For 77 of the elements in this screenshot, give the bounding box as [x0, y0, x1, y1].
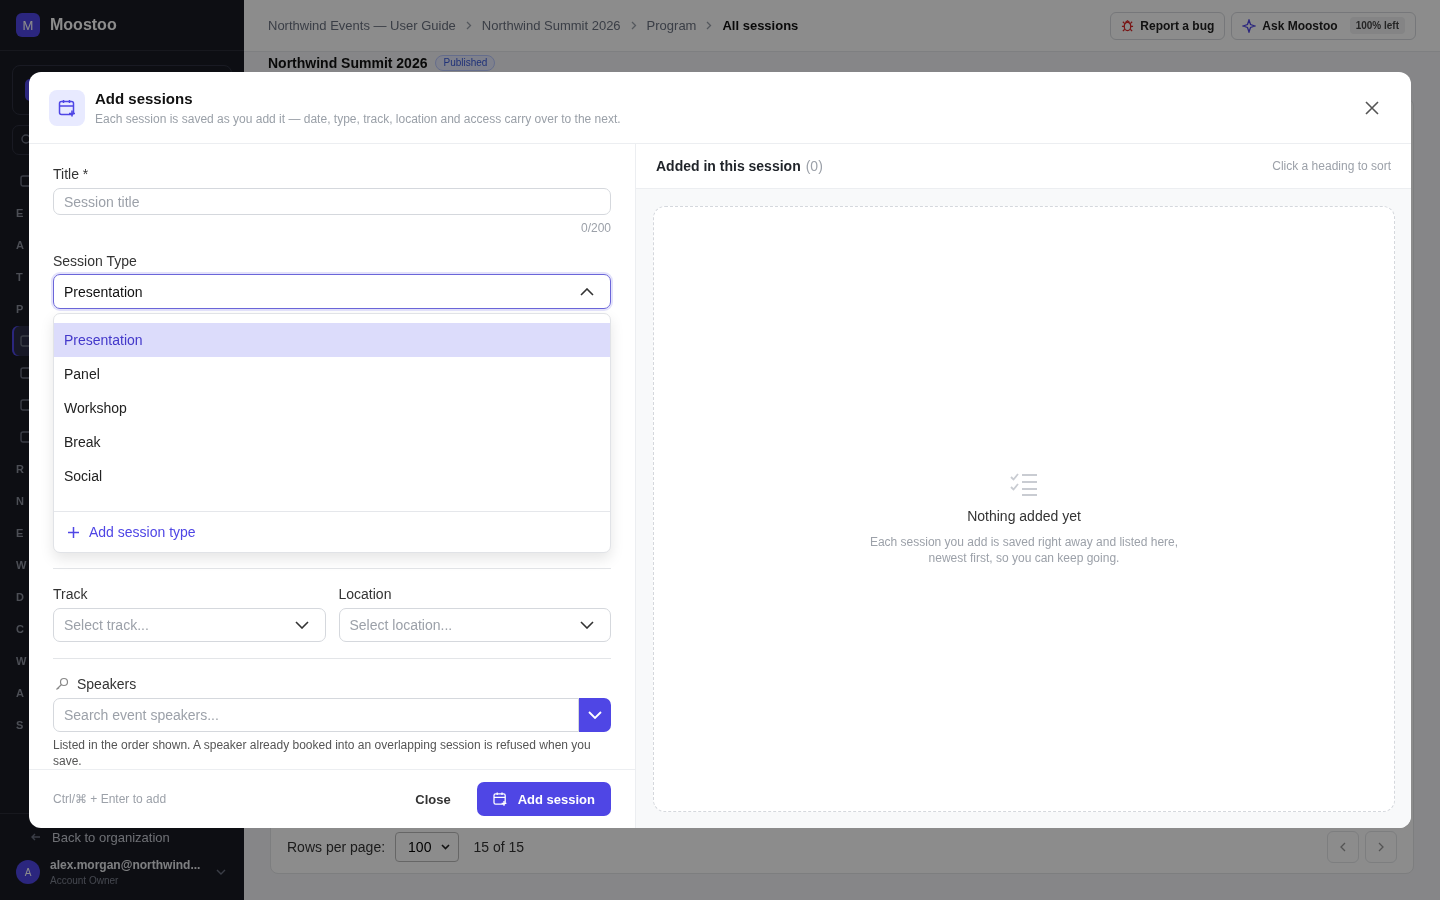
- empty-title: Nothing added yet: [967, 508, 1081, 524]
- session-type-select[interactable]: Presentation: [53, 274, 611, 309]
- nav-section-label: E: [15, 206, 24, 221]
- chevron-right-icon: [706, 21, 713, 30]
- panel-title: Added in this session: [656, 158, 801, 174]
- sparkle-icon: [1242, 18, 1257, 33]
- breadcrumb-link[interactable]: Northwind Events — User Guide: [268, 18, 456, 33]
- chevron-down-icon: [588, 711, 602, 719]
- nav-section-label: W: [15, 654, 27, 669]
- speaker-search-input[interactable]: Search event speakers...: [53, 698, 579, 732]
- nav-section-label: N: [15, 494, 25, 509]
- user-role: Account Owner: [50, 875, 120, 886]
- add-session-button[interactable]: Add session: [476, 782, 611, 816]
- add-session-type-link[interactable]: Add session type: [68, 524, 196, 540]
- chevron-down-icon: [580, 621, 594, 629]
- nav-section-label: A: [15, 686, 25, 701]
- nav-section-label: A: [15, 238, 25, 253]
- checklist-icon: [1010, 472, 1038, 496]
- field-label: Location: [338, 585, 393, 604]
- chevron-down-icon: [294, 621, 309, 629]
- page-range: 15 of 15: [473, 839, 525, 855]
- back-link[interactable]: Back to organization: [52, 829, 170, 845]
- nav-section-label: R: [15, 462, 25, 477]
- calendar-plus-icon: [491, 791, 508, 807]
- dropdown-option[interactable]: Panel: [54, 357, 610, 391]
- dropdown-option[interactable]: Workshop: [54, 391, 610, 425]
- close-button[interactable]: Close: [401, 783, 465, 815]
- page-title: Northwind Summit 2026: [268, 54, 428, 71]
- calendar-plus-icon: [49, 89, 85, 126]
- chevron-right-icon: [465, 21, 472, 30]
- breadcrumb-link[interactable]: All sessions: [722, 18, 799, 33]
- report-bug-button[interactable]: Report a bug: [1110, 11, 1226, 40]
- chevron-down-icon: [441, 844, 451, 850]
- shortcut-hint: Ctrl/⌘ + Enter to add: [53, 792, 168, 806]
- nav-section-label: W: [15, 558, 27, 573]
- account-menu[interactable]: A alex.morgan@northwind... Account Owner: [0, 844, 244, 900]
- chevron-down-icon: [216, 869, 226, 875]
- chevron-up-icon: [580, 287, 594, 296]
- empty-description: Each session you add is saved right away and listed here, newest first, so you can keep going.: [868, 534, 1180, 566]
- bug-icon: [1121, 19, 1135, 32]
- breadcrumb-link[interactable]: Program: [646, 18, 697, 33]
- field-label: Session Type: [53, 252, 138, 271]
- rows-per-page-label: Rows per page:: [287, 839, 386, 855]
- back-arrow-icon: [30, 831, 42, 843]
- session-count: (0): [805, 158, 823, 174]
- field-label: Track: [53, 585, 89, 604]
- chevron-right-icon: [1378, 842, 1384, 852]
- field-label: Speakers: [77, 675, 137, 694]
- dropdown-option[interactable]: Presentation: [54, 323, 610, 357]
- user-avatar: A: [16, 860, 40, 884]
- user-email: alex.morgan@northwind...: [50, 858, 202, 872]
- app-logo: M: [16, 13, 40, 37]
- nav-section-label: P: [15, 302, 24, 317]
- dropdown-option[interactable]: Break: [54, 425, 610, 459]
- field-label: Title *: [53, 165, 90, 184]
- rows-per-page-select[interactable]: 100: [395, 832, 460, 862]
- app-name: Moostoo: [50, 16, 117, 34]
- ask-assistant-button[interactable]: Ask Moostoo 100% left: [1231, 11, 1416, 40]
- quota-badge: 100% left: [1349, 17, 1405, 34]
- breadcrumb-link[interactable]: Northwind Summit 2026: [481, 18, 621, 33]
- help-text: Listed in the order shown. A speaker already booked into an overlapping session is refused when you save.: [53, 737, 592, 769]
- sort-hint: Click a heading to sort: [1272, 159, 1391, 173]
- dialog-subtitle: Each session is saved as you add it — date, type, track, location and access carry over to the next.: [95, 111, 622, 126]
- nav-section-label: T: [15, 270, 24, 285]
- dialog-title: Add sessions: [95, 89, 194, 107]
- character-counter: 0/200: [580, 221, 611, 235]
- chevron-right-icon: [630, 21, 637, 30]
- title-input[interactable]: Session title: [53, 188, 611, 215]
- dropdown-option[interactable]: Social: [54, 459, 610, 493]
- nav-section-label: C: [15, 622, 25, 637]
- speaker-dropdown-button[interactable]: [579, 698, 611, 732]
- nav-section-label: E: [15, 526, 24, 541]
- plus-icon: [68, 526, 79, 538]
- chevron-left-icon: [1340, 842, 1346, 852]
- status-badge: Published: [435, 54, 496, 71]
- nav-section-label: D: [15, 590, 25, 605]
- nav-section-label: S: [15, 718, 24, 733]
